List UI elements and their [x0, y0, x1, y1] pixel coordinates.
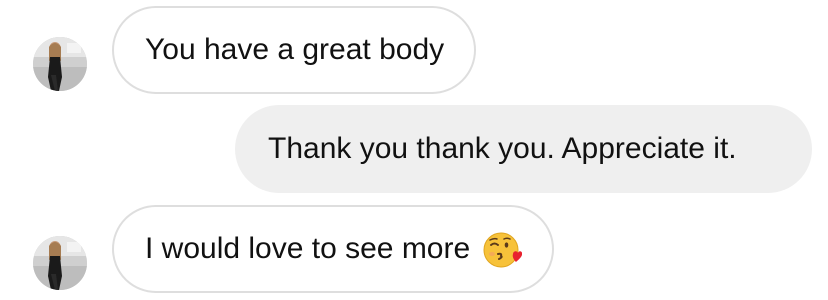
sender-avatar[interactable] [33, 37, 87, 91]
face-blowing-kiss-icon [482, 230, 523, 270]
sender-avatar[interactable] [33, 236, 87, 290]
message-text: I would love to see more [145, 232, 471, 265]
message-row-outgoing: Thank you thank you. Appreciate it. [0, 105, 828, 193]
profile-photo-icon [33, 236, 87, 290]
message-row-incoming: You have a great body [0, 6, 828, 94]
message-row-incoming: I would love to see more [0, 205, 828, 293]
message-bubble-incoming[interactable]: You have a great body [112, 6, 477, 94]
profile-photo-icon [33, 37, 87, 91]
message-bubble-outgoing[interactable]: Thank you thank you. Appreciate it. [235, 105, 812, 193]
message-text: Thank you thank you. Appreciate it. [268, 132, 737, 165]
message-text: You have a great body [145, 33, 445, 66]
message-bubble-incoming[interactable]: I would love to see more [112, 205, 555, 293]
